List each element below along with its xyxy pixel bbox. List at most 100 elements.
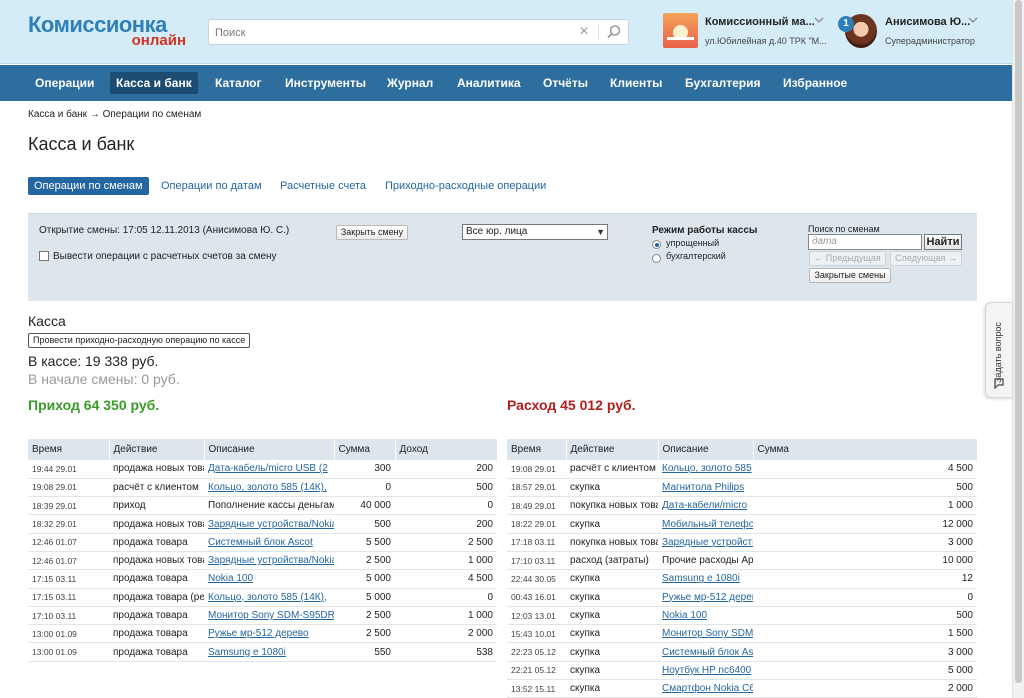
table-row[interactable]: 13:00 01.09 продажа товара Samsung e 1080i… [28,642,497,662]
table-row[interactable]: 22:23 05.12 скупка Системный блок As 3 000 [507,642,977,662]
table-row[interactable]: 22:21 05.12 скупка Ноутбук HP nc6400 5 000 [507,661,977,681]
column-header-description[interactable]: Описание [204,439,335,460]
column-header-time[interactable]: Время [28,439,110,460]
nav-item-favorites[interactable]: Избранное [777,72,853,94]
page-scrollbar[interactable] [1012,0,1024,698]
chevron-down-icon[interactable] [814,17,826,25]
column-header-action[interactable]: Действие [109,439,205,460]
column-header-time[interactable]: Время [507,439,567,460]
description-link[interactable]: Кольцо, золото 585 (14К), [208,592,327,603]
table-row[interactable]: 13:52 15.11 скупка Смартфон Nokia C6 2 000 [507,679,977,698]
nav-item-reports[interactable]: Отчёты [537,72,594,94]
nav-item-operations[interactable]: Операции [29,72,100,94]
closed-shifts-button[interactable]: Закрытые смены [809,268,891,283]
tab-shift-operations[interactable]: Операции по сменам [28,177,149,195]
description-link[interactable]: Дата-кабели/micro [662,500,747,511]
chevron-down-icon: ▼ [596,227,605,237]
nav-item-cash-bank[interactable]: Касса и банк [110,72,198,94]
table-row[interactable]: 17:18 03.11покупка новых товаров Зарядные… [507,533,977,552]
tab-cash-orders[interactable]: Приходно-расходные операции [385,177,546,195]
cell-action: расчёт с клиентом [566,460,658,479]
description-link[interactable]: Samsung e 1080i [662,573,740,584]
add-cash-operation-button[interactable]: Провести приходно-расходную операцию по … [28,333,251,348]
table-row[interactable]: 17:15 03.11продажа товара (резерв) Кольцо… [28,588,497,607]
close-shift-button[interactable]: Закрыть смену [336,225,408,240]
cell-description: Монитор Sony SDM-S95DR [204,606,334,626]
table-row[interactable]: 19:08 29.01 расчёт с клиентом Кольцо, золо… [28,478,497,498]
cell-description: Ноутбук HP nc6400 [658,661,753,681]
cell-description: Дата-кабели/micro [658,496,753,516]
mode-simple-radio[interactable] [652,240,661,249]
shift-date-input[interactable]: дата [808,234,922,250]
scrollbar-thumb[interactable] [1015,0,1022,683]
table-row[interactable]: 17:10 03.11 продажа товара Монитор Sony SD… [28,606,497,626]
description-link[interactable]: Монитор Sony SDM-S95DR [208,610,334,621]
description-link[interactable]: Ружье мр-512 дерево [208,628,309,639]
table-row[interactable]: 19:44 29.01продажа новых товаров Дата-каб… [28,460,497,479]
column-header-sum[interactable]: Сумма [334,439,396,460]
table-row[interactable]: 12:46 01.07продажа новых товаров Зарядные… [28,551,497,571]
description-link[interactable]: Системный блок As [662,647,753,658]
column-header-action[interactable]: Действие [566,439,659,460]
table-row[interactable]: 18:22 29.01 скупка Мобильный телефон 12 000 [507,514,977,534]
table-row[interactable]: 17:15 03.11 продажа товара Nokia 100 5 000 4… [28,569,497,589]
description-link[interactable]: Системный блок Ascot [208,537,313,548]
description-link[interactable]: Зарядные устройства [662,537,753,548]
description-link[interactable]: Зарядные устройства/Nokia [208,555,334,566]
chevron-down-icon[interactable] [968,17,980,25]
description-link[interactable]: Ружье мр-512 дерево [662,592,753,603]
table-row[interactable]: 19:08 29.01 расчёт с клиентом Кольцо, золо… [507,460,977,479]
tab-date-operations[interactable]: Операции по датам [161,177,262,195]
table-row[interactable]: 18:39 29.01 приход Пополнение кассы деньга… [28,496,497,516]
description-link[interactable]: Монитор Sony SDM-S [662,628,753,639]
table-row[interactable]: 12:03 13.01 скупка Nokia 100 500 [507,606,977,626]
description-link[interactable]: Samsung e 1080i [208,647,286,658]
logo[interactable]: Комиссионка онлайн [28,12,190,52]
ask-question-tab[interactable]: Задать вопрос [985,302,1013,398]
column-header-profit[interactable]: Доход [395,439,498,460]
table-row[interactable]: 12:46 01.07 продажа товара Системный блок … [28,533,497,552]
table-row[interactable]: 18:57 29.01 скупка Магнитола Philips 500 [507,478,977,498]
description-link[interactable]: Nokia 100 [208,573,253,584]
nav-item-catalog[interactable]: Каталог [209,72,268,94]
description-link[interactable]: Дата-кабель/micro USB (2 [208,463,328,474]
tab-bank-accounts[interactable]: Расчетные счета [280,177,366,195]
legal-entity-select[interactable]: Все юр. лица ▼ [462,224,608,240]
clear-icon[interactable]: × [575,23,593,41]
table-row[interactable]: 17:10 03.11 расход (затраты) Прочие расход… [507,551,977,571]
table-row[interactable]: 22:44 30.05 скупка Samsung e 1080i 12 [507,569,977,589]
table-row[interactable]: 15:43 10.01скупка Монитор Sony SDM-S1 500 [507,624,977,644]
nav-item-clients[interactable]: Клиенты [604,72,668,94]
table-row[interactable]: 00:43 16.01 скупка Ружье мр-512 дерево 0 [507,588,977,607]
cell-description: Nokia 100 [204,569,334,589]
shop-name[interactable]: Комиссионный ма... [705,16,815,28]
nav-item-analytics[interactable]: Аналитика [451,72,527,94]
search-icon[interactable] [605,23,623,41]
shop-logo-icon[interactable] [663,13,698,48]
nav-item-accounting[interactable]: Бухгалтерия [679,72,767,94]
description-link[interactable]: Магнитола Philips [662,482,744,493]
search-input[interactable] [215,24,565,41]
description-link[interactable]: Ноутбук HP nc6400 [662,665,751,676]
nav-item-tools[interactable]: Инструменты [279,72,372,94]
mode-accounting-radio[interactable] [652,254,661,263]
table-row[interactable]: 13:00 01.09 продажа товара Ружье мр-512 де… [28,624,497,644]
column-header-sum[interactable]: Сумма [753,439,978,460]
table-row[interactable]: 18:32 29.01продажа новых товаров Зарядные… [28,514,497,534]
description-link[interactable]: Зарядные устройства/Nokia [208,519,334,530]
description-link[interactable]: Кольцо, золото 585 [662,463,752,474]
nav-item-journal[interactable]: Журнал [381,72,439,94]
description-link[interactable]: Nokia 100 [662,610,707,621]
bank-ops-checkbox[interactable] [39,251,49,261]
prev-shift-button[interactable]: ← Предыдущая [809,251,886,266]
user-name[interactable]: Анисимова Ю... [885,16,970,28]
table-row[interactable]: 18:49 29.01покупка новых товаров Дата-каб… [507,496,977,516]
find-button[interactable]: Найти [924,234,962,250]
cell-profit: 2 500 [395,533,497,552]
column-header-description[interactable]: Описание [658,439,754,460]
next-shift-button[interactable]: Следующая → [890,251,962,266]
description-link[interactable]: Кольцо, золото 585 (14К), [208,482,327,493]
description-link[interactable]: Мобильный телефон [662,519,753,530]
description-link[interactable]: Смартфон Nokia C6 [662,683,753,694]
notification-badge[interactable]: 1 [838,16,854,32]
